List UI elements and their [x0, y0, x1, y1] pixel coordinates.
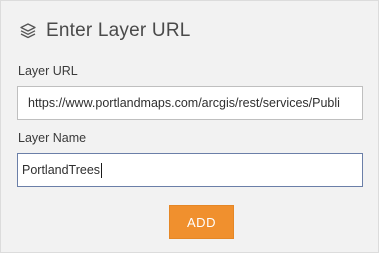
layers-icon — [18, 21, 38, 41]
layer-url-label: Layer URL — [18, 64, 78, 78]
text-caret — [101, 162, 103, 178]
layer-name-label: Layer Name — [18, 131, 87, 145]
panel-title: Enter Layer URL — [46, 20, 191, 41]
add-button[interactable]: ADD — [169, 205, 234, 239]
layer-name-value: PortlandTrees — [22, 163, 101, 177]
layer-url-input[interactable]: https://www.portlandmaps.com/arcgis/rest… — [17, 86, 363, 120]
enter-layer-url-panel: Enter Layer URL Layer URL https://www.po… — [0, 0, 379, 253]
layer-url-value: https://www.portlandmaps.com/arcgis/rest… — [28, 96, 340, 110]
panel-header: Enter Layer URL — [18, 17, 191, 45]
layer-name-input[interactable]: PortlandTrees — [17, 153, 363, 187]
